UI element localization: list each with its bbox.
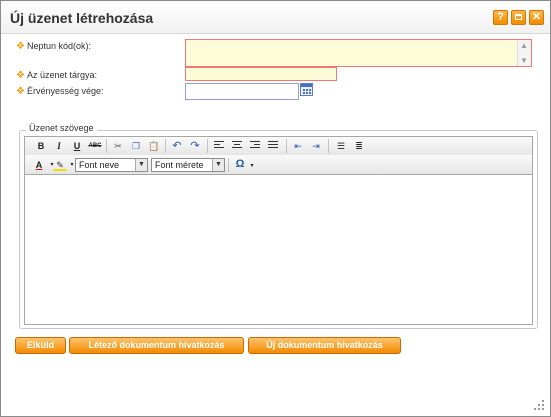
subject-label: Az üzenet tárgya: [27, 70, 98, 80]
expiry-date-input[interactable] [185, 83, 299, 100]
required-icon: ❖ [16, 70, 25, 81]
chevron-down-icon: ▼ [212, 159, 224, 171]
title-bar[interactable]: Új üzenet létrehozása ? ✕ [1, 1, 550, 34]
resize-grip-icon[interactable] [534, 400, 544, 410]
existing-document-link-button[interactable]: Létező dokumentum hivatkozás [69, 337, 244, 354]
undo-icon[interactable]: ↶ [170, 140, 184, 152]
send-button[interactable]: Elküld [15, 337, 66, 354]
font-color-icon[interactable]: A [32, 159, 46, 171]
editor-toolbar-row-1: B I U ABC ✂ ❐ 📋 ↶ ↷ ⇤ ⇥ ☰ ≣ [25, 137, 532, 156]
align-right-icon[interactable] [250, 141, 260, 151]
scroll-down-icon[interactable]: ▼ [520, 56, 528, 65]
rich-text-editor: B I U ABC ✂ ❐ 📋 ↶ ↷ ⇤ ⇥ ☰ ≣ A ▾ ✎ ▾ Font… [24, 136, 533, 325]
message-legend: Üzenet szövege [26, 123, 97, 133]
align-justify-icon[interactable] [268, 141, 278, 151]
help-button[interactable]: ? [493, 10, 508, 25]
bold-button[interactable]: B [34, 140, 48, 152]
align-center-icon[interactable] [232, 141, 242, 151]
dropdown-arrow-icon[interactable]: ▾ [245, 160, 259, 172]
required-icon: ❖ [16, 41, 25, 52]
maximize-button[interactable] [511, 10, 526, 25]
indent-icon[interactable]: ⇥ [309, 140, 323, 152]
copy-icon[interactable]: ❐ [129, 140, 143, 152]
dialog-window: Új üzenet létrehozása ? ✕ ❖ Neptun kód(o… [0, 0, 551, 417]
font-name-select[interactable]: Font neve ▼ [75, 158, 148, 172]
calendar-icon[interactable] [300, 83, 313, 96]
toolbar-separator [106, 139, 107, 153]
new-document-link-button[interactable]: Új dokumentum hivatkozás [248, 337, 401, 354]
editor-content-area[interactable] [25, 175, 532, 324]
toolbar-separator [286, 139, 287, 153]
dialog-title: Új üzenet létrehozása [10, 10, 154, 26]
chevron-down-icon: ▼ [135, 159, 147, 171]
cut-icon[interactable]: ✂ [111, 140, 125, 152]
align-left-icon[interactable] [214, 141, 224, 151]
strikethrough-button[interactable]: ABC [88, 140, 102, 152]
neptun-scrollbar[interactable]: ▲ ▼ [517, 40, 531, 66]
underline-button[interactable]: U [70, 140, 84, 152]
font-size-value: Font mérete [155, 160, 204, 170]
outdent-icon[interactable]: ⇤ [291, 140, 305, 152]
toolbar-separator [328, 139, 329, 153]
subject-input[interactable] [185, 67, 337, 81]
toolbar-separator [207, 139, 208, 153]
font-size-select[interactable]: Font mérete ▼ [151, 158, 225, 172]
bullet-list-icon[interactable]: ☰ [334, 140, 348, 152]
toolbar-separator [228, 158, 229, 172]
neptun-input[interactable]: ▲ ▼ [185, 39, 532, 67]
paste-icon[interactable]: 📋 [147, 140, 161, 152]
redo-icon[interactable]: ↷ [188, 140, 202, 152]
required-icon: ❖ [16, 86, 25, 97]
italic-button[interactable]: I [52, 140, 66, 152]
numbered-list-icon[interactable]: ≣ [352, 140, 366, 152]
expiry-label: Érvényesség vége: [27, 86, 104, 96]
font-name-value: Font neve [79, 160, 120, 170]
close-button[interactable]: ✕ [529, 10, 544, 25]
neptun-label: Neptun kód(ok): [27, 41, 92, 51]
toolbar-separator [165, 139, 166, 153]
scroll-up-icon[interactable]: ▲ [520, 41, 528, 50]
